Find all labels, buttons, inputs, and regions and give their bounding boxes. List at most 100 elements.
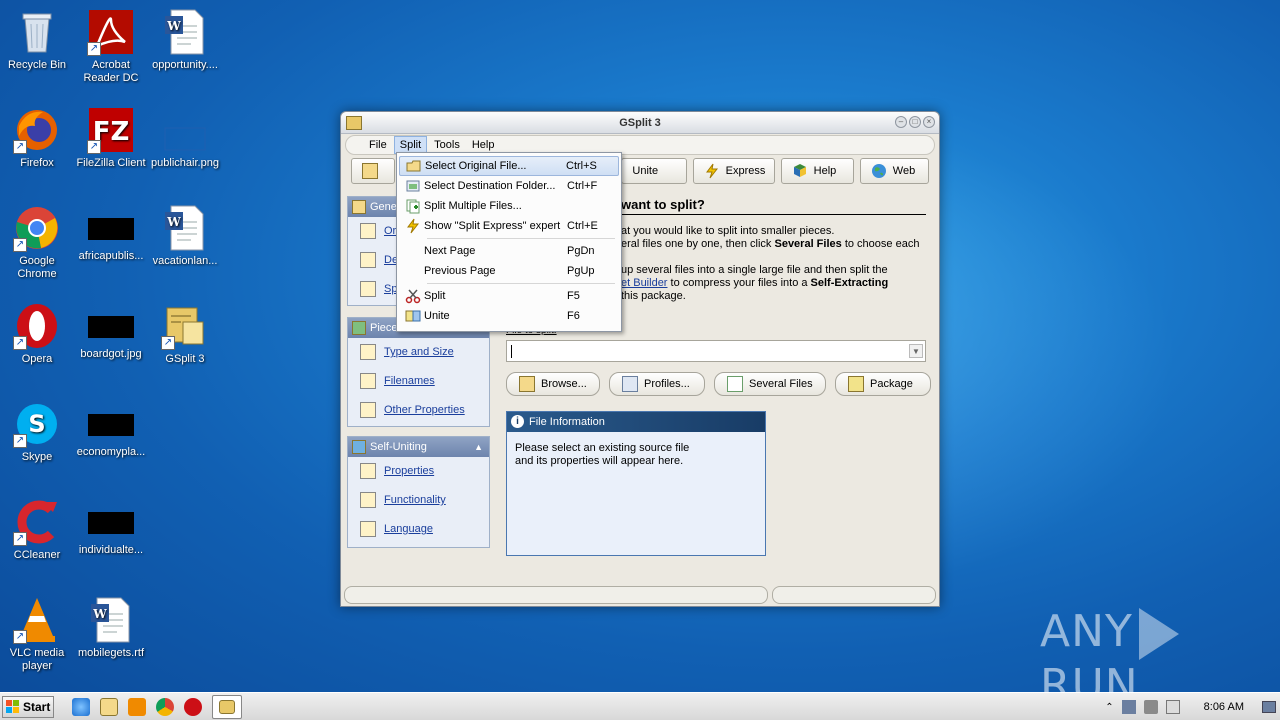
toolbar-express-button[interactable]: Express xyxy=(692,158,775,184)
image-file-icon xyxy=(161,106,209,154)
desktop-icon-publichair[interactable]: publichair.png xyxy=(148,106,222,170)
desktop-icon-label: Acrobat Reader DC xyxy=(83,59,139,84)
page-heading: want to split? xyxy=(621,197,705,212)
package-button[interactable]: Package xyxy=(835,372,931,396)
menu-file[interactable]: File xyxy=(364,137,392,153)
minimize-button[interactable]: – xyxy=(895,116,907,128)
word-doc-icon: W xyxy=(161,204,209,252)
skype-icon: S ↗ xyxy=(13,400,61,448)
packet-builder-link[interactable]: et Builder xyxy=(621,277,667,289)
menu-item-next-page[interactable]: Next Page PgDn xyxy=(399,241,619,261)
desktop-icon-skype[interactable]: S ↗ Skype xyxy=(0,400,74,464)
tray-expand-icon[interactable]: ⌃ xyxy=(1105,702,1113,713)
window-titlebar[interactable]: GSplit 3 – □ × xyxy=(341,112,939,134)
menu-item-show-split-express[interactable]: Show "Split Express" expert Ctrl+E xyxy=(399,216,619,236)
explorer-icon[interactable] xyxy=(100,697,118,716)
desktop-icon-vacationlan[interactable]: W vacationlan... xyxy=(148,204,222,268)
start-button[interactable]: Start xyxy=(2,695,54,718)
desktop-icon-africapublis[interactable]: africapublis... xyxy=(74,204,148,263)
ie-icon[interactable] xyxy=(72,697,90,716)
toolbar-help-button[interactable]: Help xyxy=(780,158,854,184)
desktop-icon-chrome[interactable]: ↗ Google Chrome xyxy=(0,204,74,281)
desktop-icon-opera[interactable]: ↗ Opera xyxy=(0,302,74,366)
chevron-down-icon[interactable]: ▼ xyxy=(909,344,923,358)
self-uniting-item-functionality[interactable]: Functionality xyxy=(348,486,489,515)
menu-item-split-multiple-files[interactable]: Split Multiple Files... xyxy=(399,196,619,216)
functionality-icon xyxy=(360,492,376,508)
self-uniting-icon xyxy=(352,440,366,454)
black-thumbnail-icon xyxy=(88,512,134,534)
menu-item-unite[interactable]: Unite F6 xyxy=(399,306,619,326)
close-button[interactable]: × xyxy=(923,116,935,128)
desktop-icon-opportunity[interactable]: W opportunity.... xyxy=(148,8,222,72)
desktop-icon-label: Recycle Bin xyxy=(7,59,67,71)
several-files-button[interactable]: Several Files xyxy=(714,372,826,396)
self-uniting-panel: Self-Uniting ▲ Properties Functionality … xyxy=(347,436,490,548)
desktop-icon-label: CCleaner xyxy=(13,549,61,561)
desktop-icon-boardgot[interactable]: boardgot.jpg xyxy=(74,302,148,361)
open-file-icon xyxy=(362,163,378,179)
menu-item-select-original-file[interactable]: Select Original File... Ctrl+S xyxy=(399,156,619,176)
desktop-icon-label: mobilegets.rtf xyxy=(77,647,145,659)
action-center-flag-icon[interactable] xyxy=(1165,700,1180,714)
desktop-icon-label: vacationlan... xyxy=(152,255,218,267)
media-player-icon[interactable] xyxy=(128,697,146,716)
desktop-icon-individualte[interactable]: individualte... xyxy=(74,498,148,557)
desktop-icon-economypla[interactable]: economypla... xyxy=(74,400,148,459)
status-pane-secondary xyxy=(772,586,936,604)
word-doc-icon: W xyxy=(87,596,135,644)
properties-icon xyxy=(360,402,376,418)
pieces-item-other-properties[interactable]: Other Properties xyxy=(348,396,489,425)
ccleaner-icon: ↗ xyxy=(13,498,61,546)
firefox-icon: ↗ xyxy=(13,106,61,154)
pieces-icon xyxy=(352,321,366,335)
menu-separator xyxy=(427,238,615,239)
desktop-icon-firefox[interactable]: ↗ Firefox xyxy=(0,106,74,170)
self-uniting-item-language[interactable]: Language xyxy=(348,515,489,544)
toolbar-unite-button[interactable]: Unite xyxy=(621,158,687,184)
menu-item-select-destination-folder[interactable]: Select Destination Folder... Ctrl+F xyxy=(399,176,619,196)
pieces-item-filenames[interactable]: Filenames xyxy=(348,367,489,396)
language-icon xyxy=(360,521,376,537)
menu-item-split[interactable]: Split F5 xyxy=(399,286,619,306)
status-pane-main xyxy=(344,586,768,604)
network-icon[interactable] xyxy=(1121,700,1136,714)
opera-icon[interactable] xyxy=(184,697,202,716)
desktop-icon-label: Skype xyxy=(21,451,53,463)
desktop-icon-filezilla[interactable]: FZ ↗ FileZilla Client xyxy=(74,106,148,170)
self-uniting-panel-header[interactable]: Self-Uniting ▲ xyxy=(348,437,489,457)
pieces-item-type-size[interactable]: Type and Size xyxy=(348,338,489,367)
file-actions-row: Browse... Profiles... Several Files Pack… xyxy=(506,372,931,396)
desktop-icon-gsplit[interactable]: ↗ GSplit 3 xyxy=(148,302,222,366)
profiles-button[interactable]: Profiles... xyxy=(609,372,705,396)
desktop-icon-recycle-bin[interactable]: Recycle Bin xyxy=(0,8,74,72)
file-to-split-combobox[interactable]: ▼ xyxy=(506,340,926,362)
globe-icon xyxy=(871,163,887,179)
desktop-icon-vlc[interactable]: ↗ VLC media player xyxy=(0,596,74,673)
browse-button[interactable]: Browse... xyxy=(506,372,600,396)
menu-tools[interactable]: Tools xyxy=(429,137,465,153)
menu-item-previous-page[interactable]: Previous Page PgUp xyxy=(399,261,619,281)
split-menu-dropdown: Select Original File... Ctrl+S Select De… xyxy=(396,152,622,332)
desktop-icon-label: Opera xyxy=(21,353,53,365)
show-desktop-button[interactable] xyxy=(1262,701,1276,713)
volume-icon[interactable] xyxy=(1143,700,1158,714)
desktop-icon-acrobat[interactable]: ↗ Acrobat Reader DC xyxy=(74,8,148,85)
maximize-button[interactable]: □ xyxy=(909,116,921,128)
package-icon xyxy=(848,376,864,392)
toolbar-split-button[interactable] xyxy=(351,158,395,184)
gsplit-taskbar-icon xyxy=(219,699,235,714)
play-triangle-icon xyxy=(1138,608,1179,660)
desktop-icon-mobilegets[interactable]: W mobilegets.rtf xyxy=(74,596,148,660)
toolbar-web-button[interactable]: Web xyxy=(859,158,929,184)
clock[interactable]: 8:06 AM xyxy=(1204,701,1244,713)
chrome-icon[interactable] xyxy=(156,697,174,716)
gsplit-taskbar-button[interactable] xyxy=(212,694,242,719)
file-information-panel: i File Information Please select an exis… xyxy=(506,411,766,556)
collapse-chevron-icon[interactable]: ▲ xyxy=(474,437,483,457)
black-thumbnail-icon xyxy=(88,218,134,240)
self-uniting-item-properties[interactable]: Properties xyxy=(348,457,489,486)
menu-help[interactable]: Help xyxy=(467,137,500,153)
desktop-icon-ccleaner[interactable]: ↗ CCleaner xyxy=(0,498,74,562)
lightning-icon xyxy=(704,163,720,179)
